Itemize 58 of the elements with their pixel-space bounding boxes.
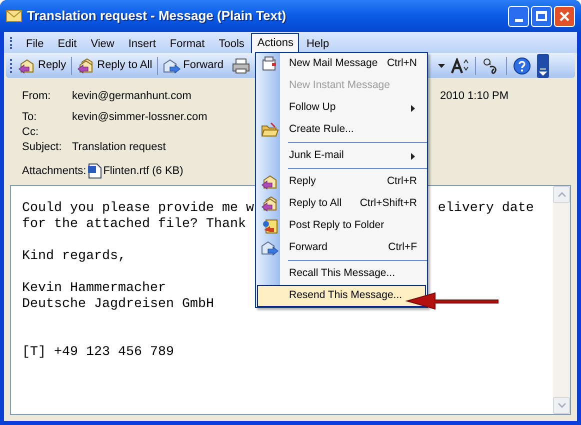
envelope-left-arrow-icon [18,58,36,74]
note-arrow-icon [261,218,279,234]
envelope-left-arrow-icon [261,174,279,190]
menu-item[interactable]: View [84,32,122,52]
field-label: Cc: [22,125,40,139]
menu-option[interactable]: Forward Ctrl+F [257,237,426,259]
recipient-address: kevin@simmer-lossner.com [72,110,208,124]
message-line: [T] +49 123 456 789 [22,345,174,360]
close-icon [559,10,570,22]
menu-option[interactable]: Reply to All Ctrl+Shift+R [257,193,426,215]
menu-option[interactable]: Resend This Message... [257,285,426,307]
menu-item[interactable]: Edit [50,32,84,52]
menu-item[interactable]: Tools [212,32,252,52]
maximize-button[interactable] [531,6,552,26]
message-line: elivery date [438,201,534,217]
sent-date: 2010 1:10 PM [440,89,508,104]
envelope-icon [6,10,22,22]
menu-option[interactable]: Recall This Message... [257,263,426,285]
field-label: To: [22,110,38,124]
attachment-link[interactable]: Flinten.rtf (6 KB) [103,162,184,180]
message-line: Could you please provide me w [22,201,254,216]
menu-option[interactable]: Junk E-mail [257,145,426,167]
font-size-icon[interactable] [451,58,469,74]
envelope-right-arrow-icon [261,240,279,256]
menu-option[interactable]: Follow Up [257,97,426,119]
envelopes-left-arrow-icon [77,58,96,74]
print-icon[interactable] [232,58,250,74]
menu-option[interactable]: Post Reply to Folder [257,215,426,237]
toolbar-button[interactable]: Reply [16,54,68,76]
sender-address: kevin@germanhunt.com [72,89,192,104]
message-line: Deutsche Jagdreisen GmbH [22,297,214,312]
folder-icon [261,122,279,138]
message-line: Kind regards, [22,249,126,264]
message-line: Kevin Hammermacher [22,281,166,296]
menu-option[interactable]: New Mail Message Ctrl+N [257,53,426,75]
subject-text: Translation request [72,140,166,154]
toolbar-button[interactable]: Forward [161,54,226,76]
field-label: Subject: [22,140,63,154]
menu-item[interactable]: File [19,32,51,52]
window-title: Translation request - Message (Plain Text) [27,7,286,26]
dropdown-arrow-icon[interactable] [438,64,445,68]
menu-item[interactable]: Actions [251,32,300,52]
menu-item[interactable]: Format [162,32,212,52]
minimize-button[interactable] [508,6,529,26]
field-label: Attachments: [22,164,86,179]
new-message-icon [261,56,279,72]
field-label: From: [22,89,52,104]
help-icon[interactable] [513,56,531,74]
envelopes-left-arrow-icon [261,196,279,212]
toolbar-options-icon[interactable] [537,54,549,78]
message-line: for the attached file? Thank [22,217,246,232]
menu-item[interactable]: Help [299,32,336,52]
close-button[interactable] [554,6,575,26]
menu-item[interactable]: Insert [121,32,163,52]
document-icon [88,163,102,179]
toolbar-button[interactable]: Reply to All [75,54,154,76]
envelope-right-arrow-icon [163,58,182,74]
menu-option[interactable]: Create Rule... [257,119,426,141]
